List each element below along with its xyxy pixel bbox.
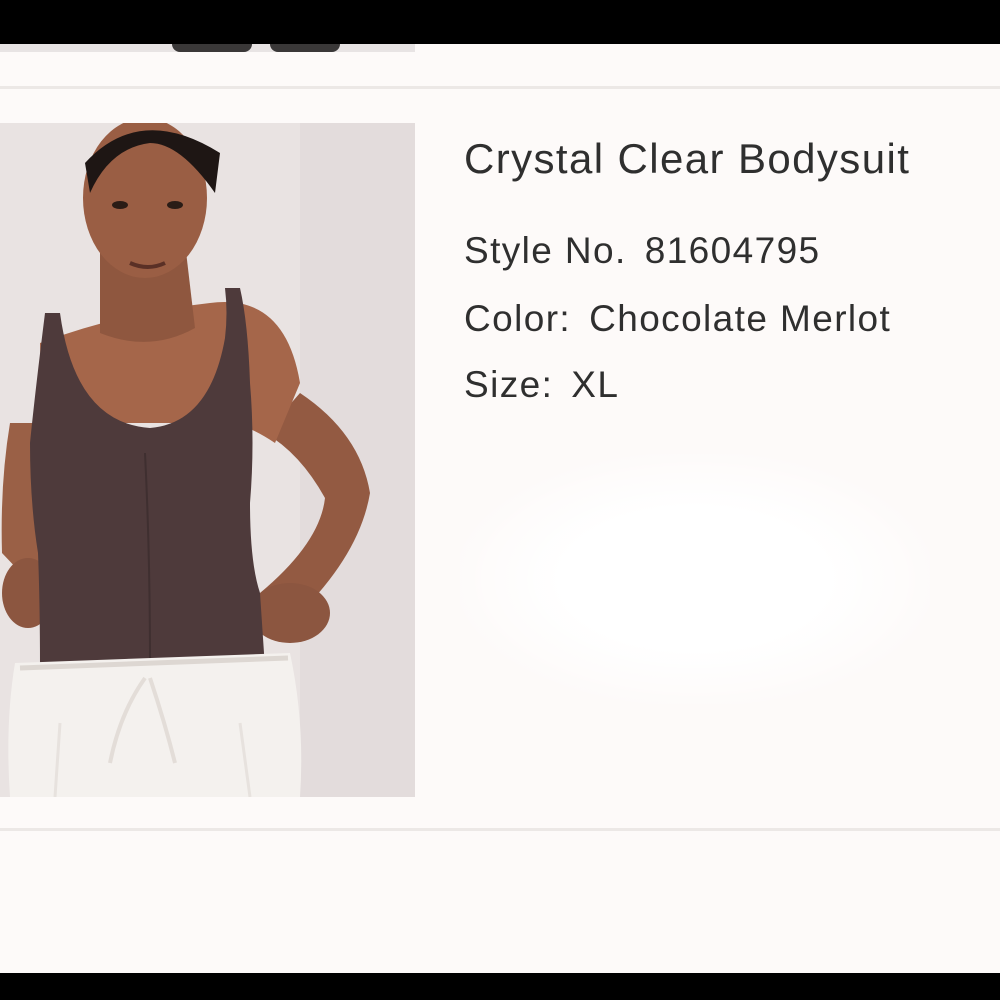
style-number-line: Style No. 81604795 (464, 230, 821, 272)
previous-item-leg-left (172, 44, 252, 52)
previous-item-image[interactable] (0, 44, 415, 52)
style-number-label: Style No. (464, 230, 627, 271)
bottom-black-bar (0, 973, 1000, 1000)
size-value: XL (571, 364, 620, 405)
product-image[interactable] (0, 123, 415, 797)
previous-item-leg-right (270, 44, 340, 52)
top-black-bar (0, 0, 1000, 44)
product-title[interactable]: Crystal Clear Bodysuit (464, 135, 910, 183)
style-number-value: 81604795 (644, 230, 821, 271)
order-item-list: Crystal Clear Bodysuit Style No. 81604795… (0, 44, 1000, 973)
item-divider-bottom (0, 828, 1000, 831)
item-divider-top (0, 86, 1000, 89)
color-label: Color: (464, 298, 572, 339)
size-line: Size: XL (464, 364, 619, 406)
color-value: Chocolate Merlot (589, 298, 892, 339)
color-line: Color: Chocolate Merlot (464, 298, 891, 340)
size-label: Size: (464, 364, 554, 405)
redacted-area (460, 454, 930, 704)
